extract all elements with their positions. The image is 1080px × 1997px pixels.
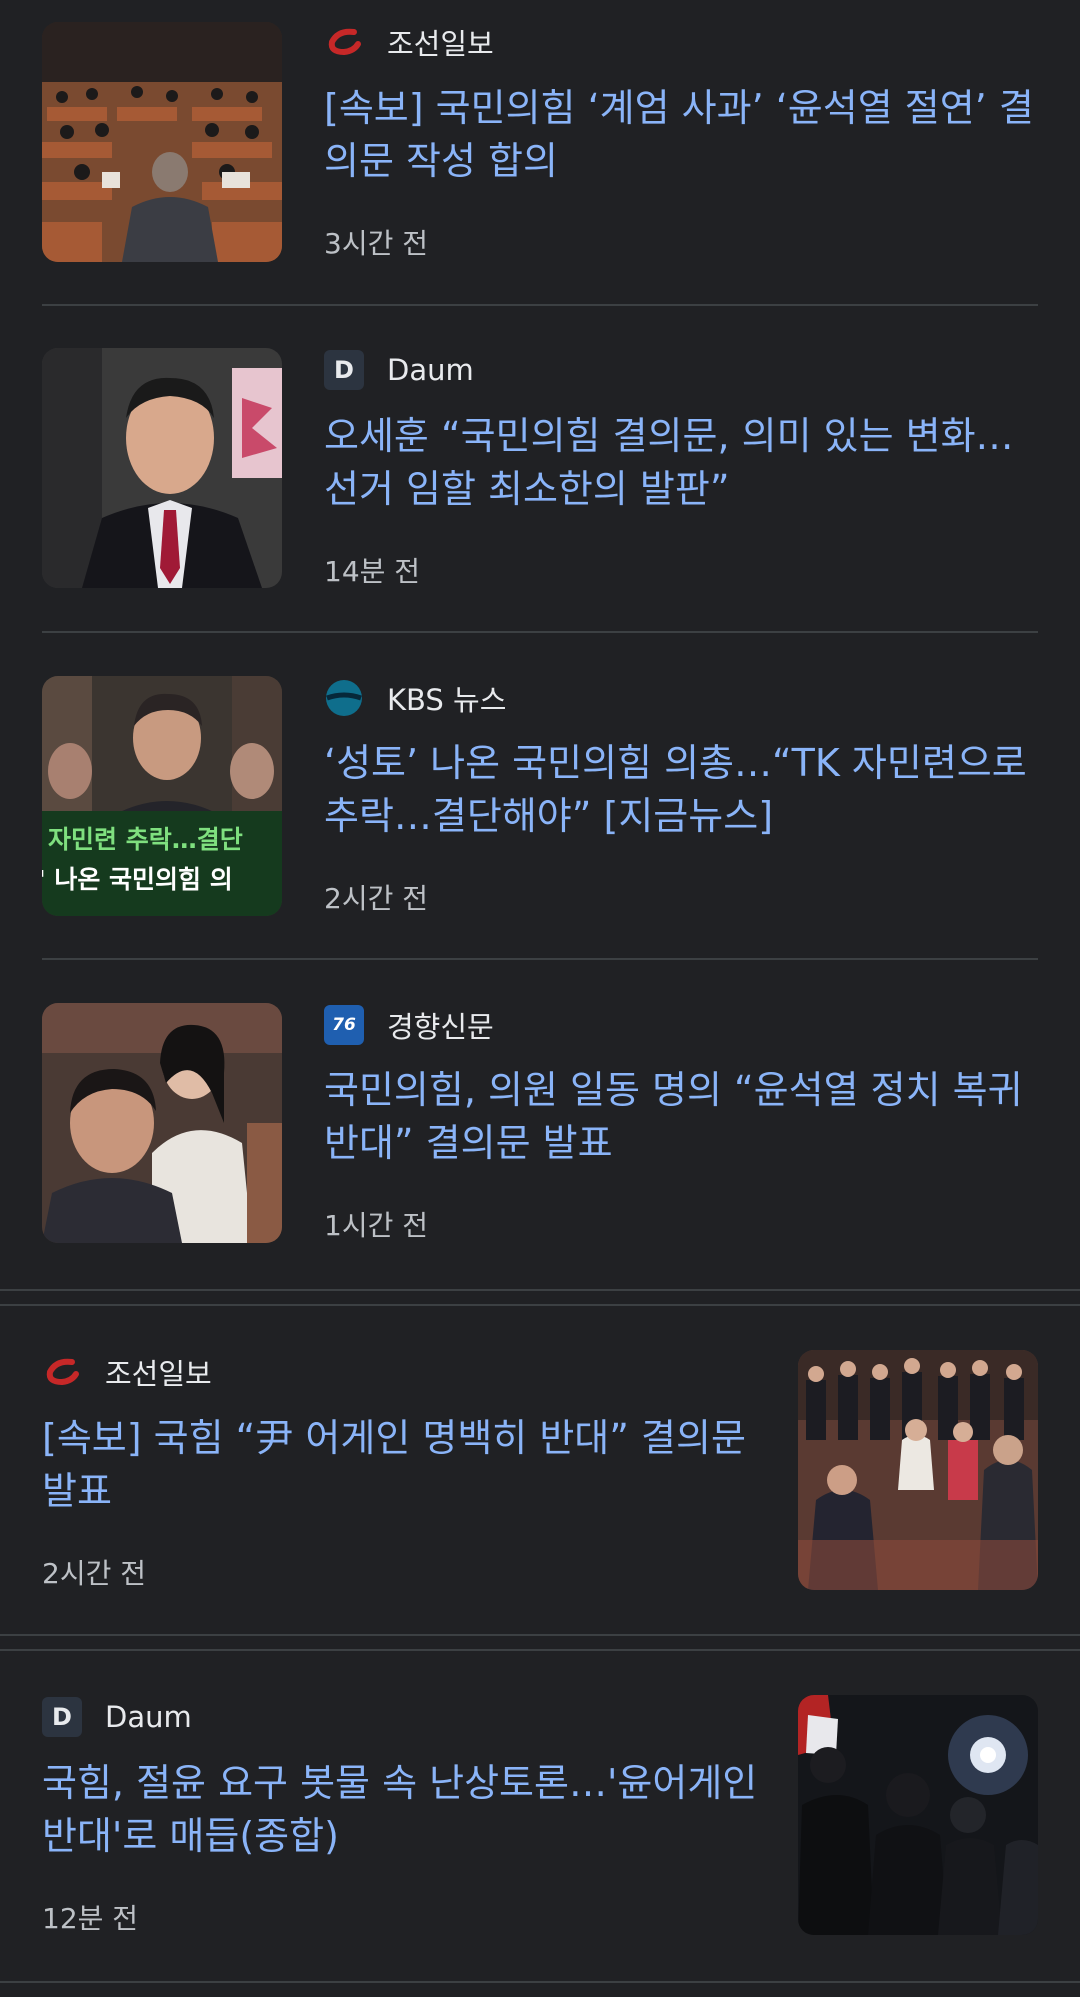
news-video-still: 자민련 추락…결단 ' 나온 국민의힘 의: [42, 676, 282, 916]
kbs-logo-icon: [324, 678, 364, 718]
video-caption-line2: ' 나온 국민의힘 의: [42, 865, 233, 894]
news-thumbnail[interactable]: [42, 348, 282, 588]
source-name: KBS 뉴스: [387, 683, 507, 717]
news-card[interactable]: D Daum 오세훈 “국민의힘 결의문, 의미 있는 변화…선거 임할 최소한…: [42, 306, 1038, 632]
assembly-hall-photo: [42, 22, 282, 262]
news-thumbnail[interactable]: [798, 1695, 1038, 1935]
news-card[interactable]: 조선일보 [속보] 국힘 “尹 어게인 명백히 반대” 결의문 발표 2시간 전: [42, 1306, 1038, 1632]
news-headline[interactable]: ‘성토’ 나온 국민의힘 의총…“TK 자민련으로 추락…결단해야” [지금뉴스…: [324, 737, 1038, 843]
video-caption-line1: 자민련 추락…결단: [48, 825, 243, 854]
news-thumbnail[interactable]: [42, 1003, 282, 1243]
source-name: 조선일보: [387, 27, 494, 61]
lawmakers-standing-photo: [798, 1350, 1038, 1590]
daum-logo-icon: D: [42, 1697, 82, 1737]
news-thumbnail[interactable]: 자민련 추락…결단 ' 나온 국민의힘 의: [42, 676, 282, 916]
news-headline[interactable]: 국민의힘, 의원 일동 명의 “윤석열 정치 복귀 반대” 결의문 발표: [324, 1064, 1038, 1170]
news-thumbnail[interactable]: [798, 1350, 1038, 1590]
news-card[interactable]: D Daum 국힘, 절윤 요구 봇물 속 난상토론…'윤어게인 반대'로 매듭…: [42, 1651, 1038, 1977]
section-separator: [0, 1634, 1080, 1651]
published-time: 3시간 전: [324, 227, 428, 260]
published-time: 1시간 전: [324, 1209, 428, 1242]
published-time: 2시간 전: [42, 1557, 146, 1590]
news-headline[interactable]: 오세훈 “국민의힘 결의문, 의미 있는 변화…선거 임할 최소한의 발판”: [324, 410, 1038, 516]
published-time: 12분 전: [42, 1902, 139, 1935]
published-time: 14분 전: [324, 555, 421, 588]
section-separator: [0, 1289, 1080, 1306]
source-name: 경향신문: [387, 1010, 494, 1044]
chosun-logo-icon: [42, 1352, 82, 1392]
source-name: 조선일보: [105, 1357, 212, 1391]
news-thumbnail[interactable]: [42, 22, 282, 262]
kyunghyang-logo-icon: 76: [324, 1005, 364, 1045]
politician-portrait-photo: [42, 348, 282, 588]
daum-logo-icon: D: [324, 350, 364, 390]
source-name: Daum: [387, 353, 474, 387]
published-time: 2시간 전: [324, 882, 428, 915]
news-card[interactable]: 조선일보 [속보] 국민의힘 ‘계엄 사과’ ‘윤석열 절연’ 결의문 작성 합…: [42, 0, 1038, 300]
press-flash-photo: [798, 1695, 1038, 1935]
lawmakers-seated-photo: [42, 1003, 282, 1243]
chosun-logo-icon: [324, 22, 364, 62]
news-headline[interactable]: 국힘, 절윤 요구 봇물 속 난상토론…'윤어게인 반대'로 매듭(종합): [42, 1757, 762, 1863]
divider: [0, 1981, 1080, 1983]
source-name: Daum: [105, 1700, 192, 1734]
news-headline[interactable]: [속보] 국민의힘 ‘계엄 사과’ ‘윤석열 절연’ 결의문 작성 합의: [324, 82, 1038, 188]
news-headline[interactable]: [속보] 국힘 “尹 어게인 명백히 반대” 결의문 발표: [42, 1412, 762, 1518]
news-card[interactable]: 76 경향신문 국민의힘, 의원 일동 명의 “윤석열 정치 복귀 반대” 결의…: [42, 960, 1038, 1284]
news-card[interactable]: 자민련 추락…결단 ' 나온 국민의힘 의 KBS 뉴스 ‘성토’ 나온 국민의…: [42, 633, 1038, 959]
